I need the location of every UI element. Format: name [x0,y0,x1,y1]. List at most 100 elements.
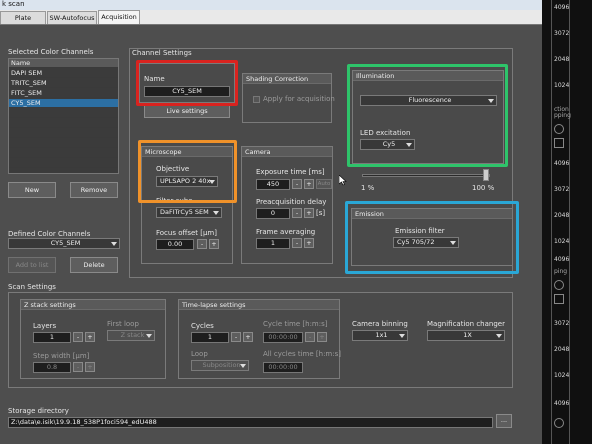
cycle-time-field[interactable]: 00:00:00 [263,332,303,343]
chevron-down-icon [496,334,502,338]
channel-list[interactable]: Name DAPI SEM TRITC_SEM FITC_SEM CY5_SEM [8,58,119,174]
chevron-down-icon [213,211,219,215]
cycle-time-minus-button[interactable]: - [305,332,315,342]
delete-button[interactable]: Delete [70,257,118,273]
axis-number: 3072 [554,320,570,327]
axis-number: 2048 [554,56,570,63]
layers-plus-button[interactable]: + [85,332,95,342]
scan-settings-title: Scan Settings [8,283,56,291]
microscope-highlight [138,140,237,203]
camera-title: Camera [242,147,332,157]
zoom-icon[interactable] [554,280,564,290]
cycles-minus-button[interactable]: - [231,332,241,342]
defined-channels-title: Defined Color Channels [8,230,91,238]
live-settings-button[interactable]: Live settings [144,104,230,118]
tab-sw-autofocus[interactable]: SW-Autofocus [47,11,97,24]
preacq-plus-button[interactable]: + [304,208,314,218]
cycles-plus-button[interactable]: + [243,332,253,342]
first-loop-label: First loop [107,320,139,328]
emission-highlight [345,201,519,274]
all-cycles-field: 00:00:00 [263,362,303,373]
focus-plus-button[interactable]: + [209,239,219,249]
shading-correction-title: Shading Correction [243,74,331,84]
step-width-label: Step width [µm] [33,352,90,360]
storage-path-field[interactable]: Z:\data\e.isik\19.9.18_538P1foci594_edU4… [8,417,493,428]
frame-plus-button[interactable]: + [304,238,314,248]
loop-label: Loop [191,350,208,358]
new-button[interactable]: New [8,182,56,198]
layers-label: Layers [33,322,57,330]
selected-channels-title: Selected Color Channels [8,48,94,56]
zstack-group: Z stack settings Layers 1 - + First loop… [20,299,166,379]
axis-number: 3072 [554,30,570,37]
camera-binning-select[interactable]: 1x1 [352,330,408,341]
slider-handle[interactable] [483,169,490,181]
illumination-highlight [347,64,508,167]
frame-minus-button[interactable]: - [292,238,302,248]
filter-cube-select[interactable]: DaFITrCy5 SEM [156,207,222,218]
tab-plate-manager[interactable]: Plate Manager [0,11,46,34]
exposure-field[interactable]: 450 [256,179,290,190]
first-loop-select[interactable]: Z stack [107,330,155,341]
right-panel: 4096 3072 2048 1024 ction pping 4096 307… [542,0,592,444]
chevron-down-icon [146,334,152,338]
exposure-minus-button[interactable]: - [292,179,302,189]
preacq-field[interactable]: 0 [256,208,290,219]
step-width-field[interactable]: 0.8 [33,362,71,373]
panel-label: pping [554,112,571,119]
axis-number: 1024 [554,82,570,89]
axis-number: 1024 [554,238,570,245]
add-to-list-button[interactable]: Add to list [8,257,56,273]
zoom-icon[interactable] [554,124,564,134]
preacq-minus-button[interactable]: - [292,208,302,218]
list-item[interactable]: DAPI SEM [9,69,118,78]
chevron-down-icon [399,334,405,338]
remove-button[interactable]: Remove [70,182,118,198]
slider-min-label: 1 % [361,184,375,192]
layers-field[interactable]: 1 [33,332,71,343]
defined-channels-select[interactable]: CY5_SEM [8,238,120,249]
list-item[interactable]: FITC_SEM [9,89,118,98]
channel-settings-title: Channel Settings [132,49,192,57]
focus-offset-field[interactable]: 0.00 [156,239,194,250]
axis-number: 4096 [554,4,570,11]
timelapse-group: Time-lapse settings Cycles 1 - + Cycle t… [178,299,341,379]
storage-label: Storage directory [8,407,69,415]
axis-number: 4096 [554,256,570,263]
intensity-slider[interactable] [362,174,490,177]
axis-number: 3072 [554,186,570,193]
apply-checkbox[interactable] [253,96,260,103]
tab-acquisition[interactable]: Acquisition [98,10,140,24]
hand-icon[interactable] [554,294,564,304]
hand-icon[interactable] [554,138,564,148]
cycles-field[interactable]: 1 [191,332,229,343]
list-header: Name [9,59,118,68]
focus-offset-label: Focus offset [µm] [156,229,217,237]
loop-select[interactable]: Subposition [191,360,249,371]
auto-button[interactable]: Auto [316,179,332,189]
browse-button[interactable]: ... [496,414,512,428]
exposure-plus-button[interactable]: + [304,179,314,189]
zoom-icon[interactable] [554,418,564,428]
list-item-selected[interactable]: CY5_SEM [9,99,118,108]
camera-group: Camera Exposure time [ms] 450 - + Auto P… [241,146,333,264]
preacq-unit: [s] [316,209,326,217]
step-plus-button[interactable]: + [85,362,95,372]
axis-number: 2048 [554,346,570,353]
step-minus-button[interactable]: - [73,362,83,372]
preacq-label: Preacquisition delay [256,198,327,206]
frame-averaging-field[interactable]: 1 [256,238,290,249]
name-highlight [136,60,238,106]
cursor-icon [339,175,347,186]
list-item[interactable]: TRITC_SEM [9,79,118,88]
frame-averaging-label: Frame averaging [256,228,316,236]
focus-minus-button[interactable]: - [197,239,207,249]
axis-number: 1024 [554,372,570,379]
layers-minus-button[interactable]: - [73,332,83,342]
axis-number: 4096 [554,160,570,167]
cycle-time-plus-button[interactable]: + [317,332,327,342]
magnification-select[interactable]: 1X [427,330,505,341]
cycle-time-label: Cycle time [h:m:s] [263,320,328,328]
exposure-label: Exposure time [ms] [256,168,325,176]
chevron-down-icon [111,242,117,246]
